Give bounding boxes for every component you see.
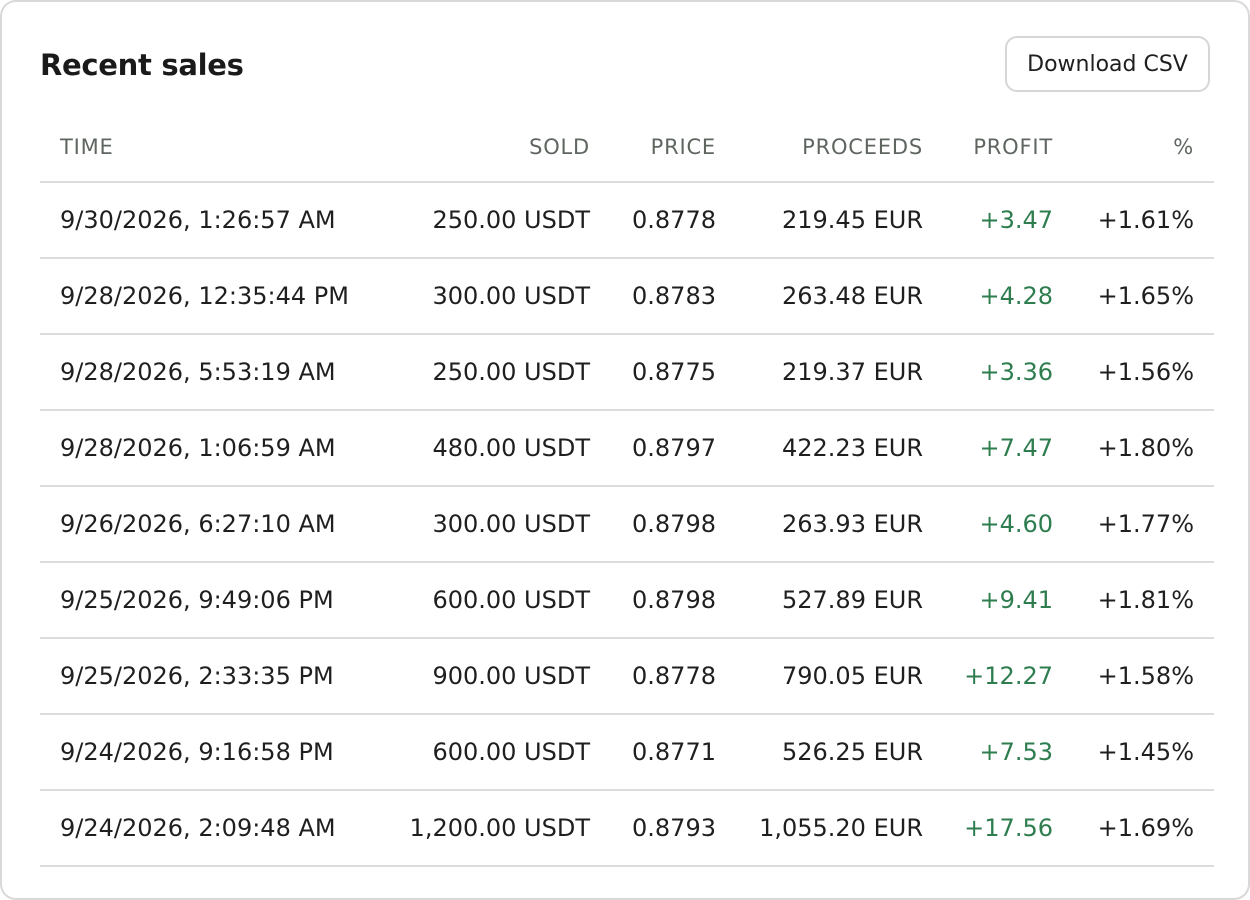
cell-proceeds: 1,055.20 EUR (716, 790, 923, 867)
table-row[interactable]: 9/26/2026, 6:27:10 AM 300.00 USDT 0.8798 26… (40, 486, 1214, 563)
cell-time: 9/26/2026, 6:27:10 AM (40, 486, 360, 563)
cell-time: 9/25/2026, 9:49:06 PM (40, 562, 360, 639)
cell-proceeds: 527.89 EUR (716, 562, 923, 639)
cell-price: 0.8778 (590, 182, 716, 259)
cell-percent: +1.77% (1053, 486, 1214, 563)
cell-proceeds: 219.45 EUR (716, 182, 923, 259)
cell-time: 9/28/2026, 5:53:19 AM (40, 334, 360, 411)
column-header-sold[interactable]: SOLD (360, 112, 590, 183)
cell-price: 0.8775 (590, 334, 716, 411)
cell-price: 0.8783 (590, 258, 716, 335)
page-title: Recent sales (40, 48, 244, 82)
download-csv-button[interactable]: Download CSV (1005, 36, 1210, 92)
cell-profit: +7.53 (923, 714, 1053, 791)
cell-percent: +1.81% (1053, 562, 1214, 639)
column-header-percent[interactable]: % (1053, 112, 1214, 183)
table-row[interactable]: 9/24/2026, 9:16:58 PM 600.00 USDT 0.8771 52… (40, 714, 1214, 791)
table-header: TIME SOLD PRICE PROCEEDS PROFIT % (40, 112, 1214, 183)
cell-time: 9/25/2026, 2:33:35 PM (40, 638, 360, 715)
cell-profit: +9.41 (923, 562, 1053, 639)
column-header-profit[interactable]: PROFIT (923, 112, 1053, 183)
card-header: Recent sales Download CSV (40, 36, 1210, 92)
cell-profit: +17.56 (923, 790, 1053, 867)
cell-percent: +1.56% (1053, 334, 1214, 411)
cell-sold: 300.00 USDT (360, 258, 590, 335)
cell-proceeds: 422.23 EUR (716, 410, 923, 487)
cell-percent: +1.80% (1053, 410, 1214, 487)
cell-profit: +3.47 (923, 182, 1053, 259)
table-row[interactable]: 9/28/2026, 1:06:59 AM 480.00 USDT 0.8797 42… (40, 410, 1214, 487)
table-header-row: TIME SOLD PRICE PROCEEDS PROFIT % (40, 112, 1214, 183)
cell-time: 9/28/2026, 12:35:44 PM (40, 258, 360, 335)
cell-profit: +12.27 (923, 638, 1053, 715)
cell-price: 0.8771 (590, 714, 716, 791)
cell-price: 0.8793 (590, 790, 716, 867)
column-header-proceeds[interactable]: PROCEEDS (716, 112, 923, 183)
table-row[interactable]: 9/25/2026, 2:33:35 PM 900.00 USDT 0.8778 79… (40, 638, 1214, 715)
cell-percent: +1.69% (1053, 790, 1214, 867)
cell-sold: 250.00 USDT (360, 334, 590, 411)
cell-proceeds: 219.37 EUR (716, 334, 923, 411)
cell-profit: +7.47 (923, 410, 1053, 487)
cell-percent: +1.61% (1053, 182, 1214, 259)
cell-proceeds: 263.48 EUR (716, 258, 923, 335)
cell-proceeds: 263.93 EUR (716, 486, 923, 563)
cell-proceeds: 526.25 EUR (716, 714, 923, 791)
cell-sold: 480.00 USDT (360, 410, 590, 487)
column-header-price[interactable]: PRICE (590, 112, 716, 183)
cell-sold: 300.00 USDT (360, 486, 590, 563)
cell-time: 9/30/2026, 1:26:57 AM (40, 182, 360, 259)
cell-sold: 900.00 USDT (360, 638, 590, 715)
cell-sold: 250.00 USDT (360, 182, 590, 259)
column-header-time[interactable]: TIME (40, 112, 360, 183)
table-row[interactable]: 9/24/2026, 2:09:48 AM 1,200.00 USDT 0.8793… (40, 790, 1214, 867)
cell-profit: +4.28 (923, 258, 1053, 335)
cell-time: 9/28/2026, 1:06:59 AM (40, 410, 360, 487)
table-row[interactable]: 9/30/2026, 1:26:57 AM 250.00 USDT 0.8778 21… (40, 182, 1214, 259)
cell-price: 0.8797 (590, 410, 716, 487)
cell-sold: 600.00 USDT (360, 714, 590, 791)
cell-sold: 1,200.00 USDT (360, 790, 590, 867)
cell-percent: +1.65% (1053, 258, 1214, 335)
sales-table: TIME SOLD PRICE PROCEEDS PROFIT % 9/30/2… (40, 112, 1214, 867)
cell-price: 0.8798 (590, 562, 716, 639)
cell-percent: +1.45% (1053, 714, 1214, 791)
cell-proceeds: 790.05 EUR (716, 638, 923, 715)
cell-profit: +3.36 (923, 334, 1053, 411)
cell-sold: 600.00 USDT (360, 562, 590, 639)
cell-percent: +1.58% (1053, 638, 1214, 715)
table-body: 9/30/2026, 1:26:57 AM 250.00 USDT 0.8778 21… (40, 182, 1214, 867)
table-row[interactable]: 9/28/2026, 5:53:19 AM 250.00 USDT 0.8775 21… (40, 334, 1214, 411)
cell-time: 9/24/2026, 9:16:58 PM (40, 714, 360, 791)
table-row[interactable]: 9/28/2026, 12:35:44 PM 300.00 USDT 0.8783 2… (40, 258, 1214, 335)
cell-price: 0.8778 (590, 638, 716, 715)
cell-profit: +4.60 (923, 486, 1053, 563)
table-row[interactable]: 9/25/2026, 9:49:06 PM 600.00 USDT 0.8798 52… (40, 562, 1214, 639)
cell-time: 9/24/2026, 2:09:48 AM (40, 790, 360, 867)
cell-price: 0.8798 (590, 486, 716, 563)
recent-sales-card: Recent sales Download CSV TIME SOLD PRIC… (0, 0, 1250, 900)
